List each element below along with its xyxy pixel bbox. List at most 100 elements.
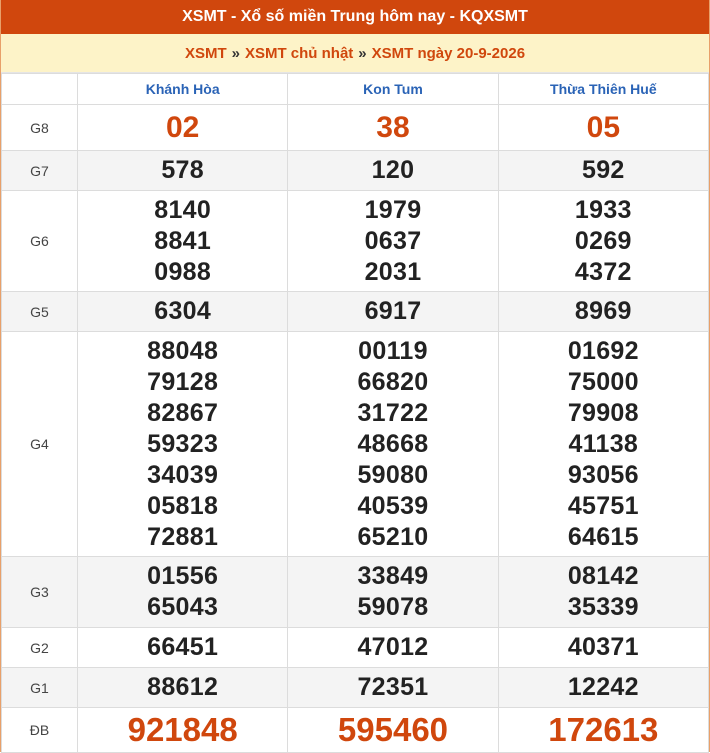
jackpot-number: 172613 [548,711,659,748]
prize-number: 592 [582,156,625,184]
prize-number: 8841 [154,226,212,255]
prize-number: 93056 [567,460,639,489]
prize-number: 41138 [568,429,639,458]
prize-cell: 12242 [497,667,710,708]
prize-number: 8969 [574,297,632,325]
prize-cell: 40371 [497,627,710,668]
prize-cell: 33849 59078 [287,556,499,628]
prize-number: 66451 [147,633,219,661]
prize-label: G1 [1,667,78,708]
prize-row-db: ĐB 921848 595460 172613 [1,707,710,753]
prize-row-g8: G8 02 38 05 [1,104,710,151]
prize-cell: 921848 [76,707,289,753]
prize-cell: 01556 65043 [76,556,289,628]
prize-number: 72351 [357,673,429,701]
prize-cell: 6304 [76,291,289,332]
prize-number: 38 [376,110,410,144]
prize-number: 66820 [357,367,429,396]
prize-number: 4372 [574,257,632,286]
prize-number: 64615 [567,522,639,551]
prize-number: 0637 [364,226,422,255]
breadcrumb-link-weekday[interactable]: XSMT chủ nhật [245,45,353,62]
prize-cell: 01692 75000 79908 41138 93056 45751 64615 [497,331,710,557]
prize-number: 59323 [147,429,219,458]
prize-row-g6: G6 8140 8841 0988 1979 0637 2031 1933 0269 4372 [1,190,710,292]
breadcrumb-separator: » [358,44,367,62]
prize-number: 88612 [147,673,219,701]
prize-number: 05 [586,110,621,144]
prize-number: 6917 [364,297,422,325]
breadcrumb-separator: » [231,44,240,62]
column-header-kon-tum[interactable]: Kon Tum [287,73,499,105]
prize-number: 48668 [357,429,429,458]
prize-number: 02 [165,110,200,144]
prize-row-g2: G2 66451 47012 40371 [1,627,710,668]
prize-number: 08142 [567,562,639,590]
header-empty [1,73,78,105]
prize-number: 8140 [154,195,212,224]
prize-row-g3: G3 01556 65043 33849 59078 08142 35339 [1,556,710,628]
prize-row-g5: G5 6304 6917 8969 [1,291,710,332]
prize-number: 1933 [574,195,632,224]
prize-cell: 02 [76,104,289,151]
prize-row-g1: G1 88612 72351 12242 [1,667,710,708]
prize-number: 1979 [364,195,422,224]
prize-cell: 1933 0269 4372 [497,190,710,292]
prize-number: 00119 [358,336,428,365]
prize-label: G3 [1,556,78,628]
page-title: XSMT - Xổ số miền Trung hôm nay - KQXSMT [1,0,709,34]
prize-label: G8 [1,104,78,151]
prize-cell: 00119 66820 31722 48668 59080 40539 65210 [287,331,499,557]
prize-cell: 172613 [497,707,710,753]
prize-number: 05818 [147,491,219,520]
results-panel: XSMT - Xổ số miền Trung hôm nay - KQXSMT… [0,0,710,753]
prize-number: 82867 [147,398,219,427]
breadcrumb-link-xsmt[interactable]: XSMT [185,45,227,62]
prize-number: 2031 [364,257,422,286]
prize-number: 79128 [147,367,219,396]
jackpot-number: 921848 [127,711,238,748]
prize-number: 35339 [567,593,639,621]
prize-number: 31722 [357,398,429,427]
column-header-khanh-hoa[interactable]: Khánh Hòa [76,73,289,105]
table-header-row: Khánh Hòa Kon Tum Thừa Thiên Huế [1,73,710,105]
prize-label: ĐB [1,707,78,753]
prize-number: 47012 [357,633,429,661]
prize-number: 12242 [567,673,639,701]
column-header-thua-thien-hue[interactable]: Thừa Thiên Huế [497,73,710,105]
prize-number: 120 [371,156,415,184]
prize-number: 0269 [574,226,632,255]
prize-cell: 05 [497,104,710,151]
prize-label: G4 [1,331,78,557]
prize-number: 45751 [567,491,639,520]
prize-number: 6304 [154,297,212,325]
prize-number: 79908 [567,398,639,427]
prize-label: G2 [1,627,78,668]
prize-cell: 88612 [76,667,289,708]
prize-number: 01692 [567,336,639,365]
prize-row-g4: G4 88048 79128 82867 59323 34039 05818 72881 001… [1,331,710,557]
prize-number: 578 [161,156,204,184]
breadcrumb-link-date[interactable]: XSMT ngày 20-9-2026 [372,45,525,62]
prize-number: 01556 [147,562,219,590]
prize-row-g7: G7 578 120 592 [1,150,710,191]
prize-cell: 578 [76,150,289,191]
prize-cell: 120 [287,150,499,191]
prize-label: G5 [1,291,78,332]
prize-number: 59080 [357,460,429,489]
prize-number: 0988 [154,257,212,286]
prize-cell: 08142 35339 [497,556,710,628]
prize-number: 40371 [567,633,639,661]
prize-number: 40539 [357,491,429,520]
prize-cell: 88048 79128 82867 59323 34039 05818 72881 [76,331,289,557]
prize-number: 65043 [147,593,219,621]
prize-cell: 72351 [287,667,499,708]
prize-cell: 66451 [76,627,289,668]
prize-cell: 6917 [287,291,499,332]
prize-number: 75000 [567,367,639,396]
prize-cell: 1979 0637 2031 [287,190,499,292]
prize-number: 59078 [357,593,429,621]
prize-cell: 595460 [287,707,499,753]
prize-number: 34039 [147,460,219,489]
prize-cell: 38 [287,104,499,151]
